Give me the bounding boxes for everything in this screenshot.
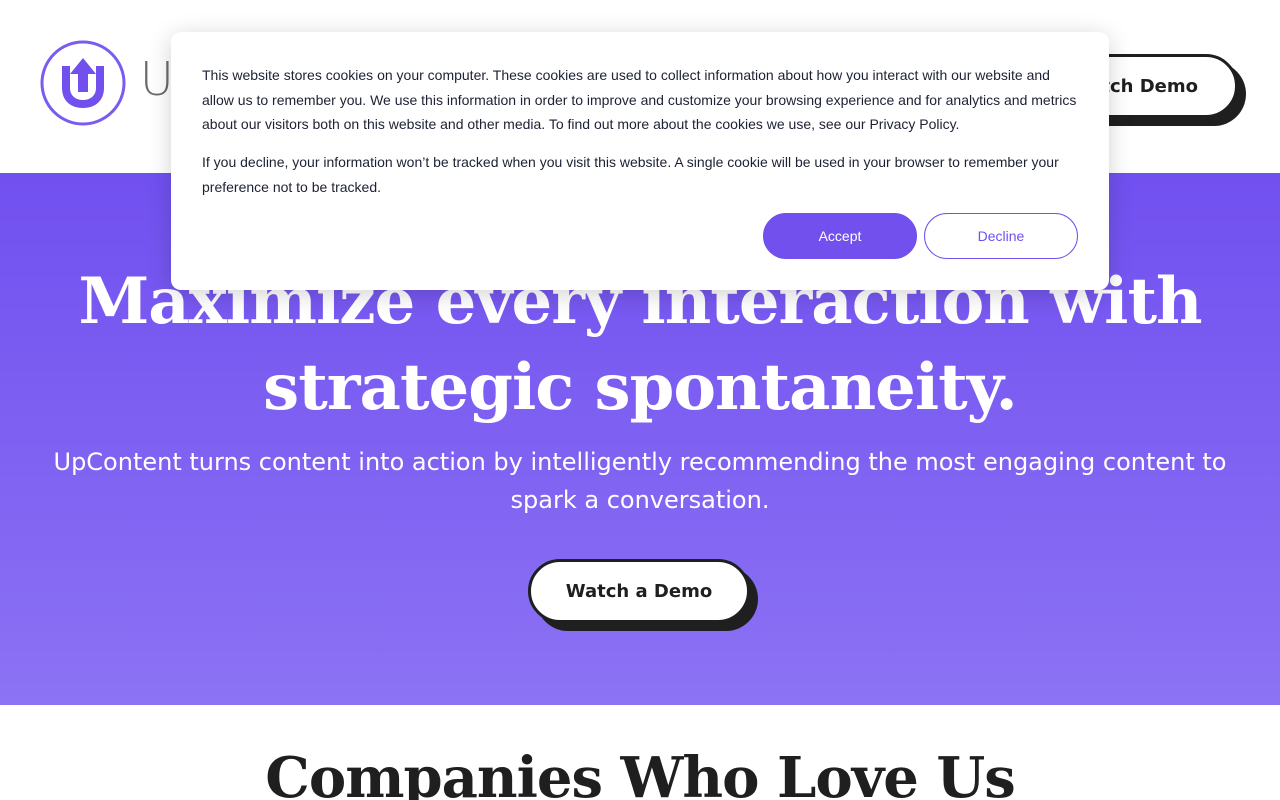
decline-cookies-button[interactable]: Decline (924, 213, 1078, 259)
upcontent-logo-icon[interactable] (40, 40, 126, 126)
logo-wordmark: U (140, 52, 175, 106)
hero-watch-demo[interactable]: Watch a Demo (528, 559, 760, 633)
hero-title-line-2: strategic spontaneity. (263, 350, 1018, 425)
cookie-consent-banner: This website stores cookies on your comp… (171, 32, 1109, 290)
companies-heading: Companies Who Love Us (265, 745, 1015, 800)
watch-a-demo-button[interactable]: Watch a Demo (528, 559, 750, 623)
accept-cookies-button[interactable]: Accept (763, 213, 917, 259)
cookie-notice-text: This website stores cookies on your comp… (202, 67, 1077, 133)
hero-subtitle: UpContent turns content into action by i… (53, 448, 1227, 514)
cookie-decline-info-text: If you decline, your information won’t b… (202, 154, 1059, 195)
